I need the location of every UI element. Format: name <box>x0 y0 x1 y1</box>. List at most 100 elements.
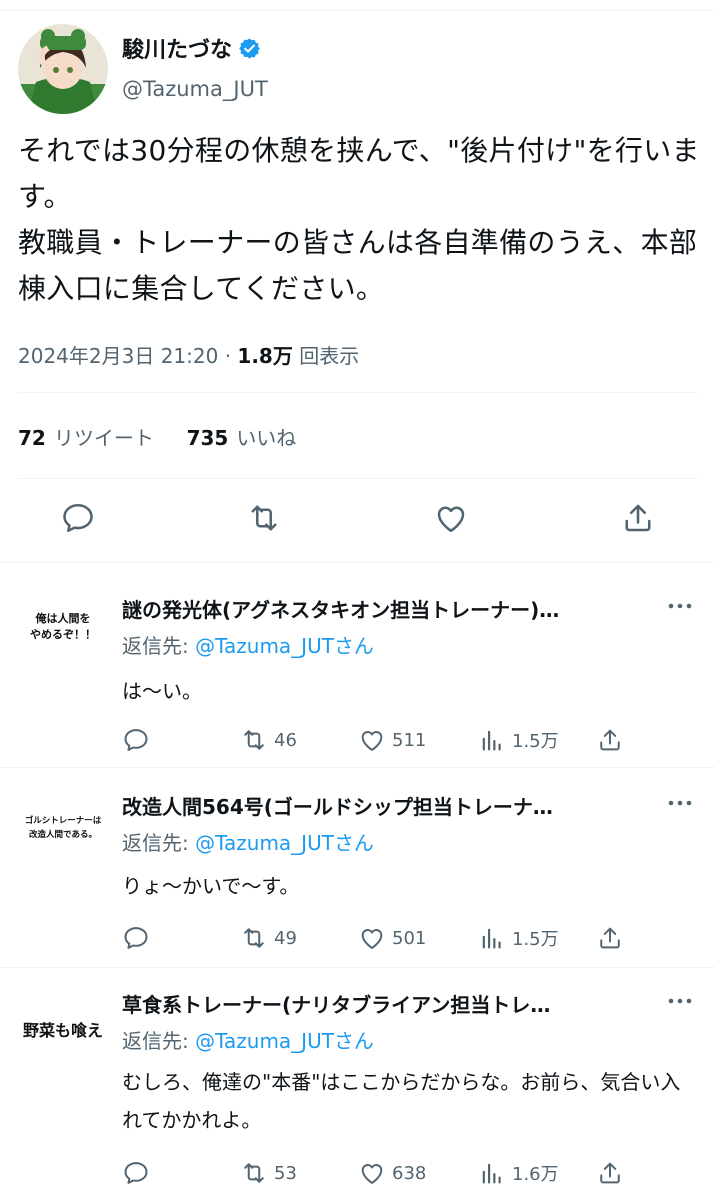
reply-to-mention[interactable]: @Tazuma_JUTさん <box>195 831 374 855</box>
like-button[interactable]: 511 <box>358 726 426 754</box>
heart-icon <box>361 1164 383 1184</box>
reply-avatar[interactable]: ゴルシトレーナーは 改造人間である。 <box>18 807 108 847</box>
tweet-stats: 72 リツイート 735 いいね <box>18 422 296 451</box>
analytics-icon <box>482 928 501 949</box>
reply-to-mention[interactable]: @Tazuma_JUTさん <box>195 1029 374 1053</box>
meta-separator: · <box>224 344 232 368</box>
avatar-image: 野菜も喰え <box>23 1021 103 1040</box>
views-button[interactable]: 1.5万 <box>478 924 559 952</box>
avatar-lettering: 俺は人間を <box>35 611 91 625</box>
tweet-text: それでは30分程の休憩を挟んで、"後片付け"を行います。 教職員・トレーナーの皆… <box>18 134 700 305</box>
reply-icon[interactable] <box>60 500 96 536</box>
share-button[interactable] <box>596 726 624 754</box>
author-name-text: 駿川たづな <box>122 38 233 63</box>
retweet-icon[interactable] <box>246 500 282 536</box>
reply-author-name[interactable]: 改造人間564号(ゴールドシップ担当トレーナ… <box>122 791 652 820</box>
divider <box>18 478 697 479</box>
more-icon[interactable] <box>666 991 694 1011</box>
analytics-icon <box>482 1163 501 1184</box>
tweet-timestamp[interactable]: 2024年2月3日 21:20 <box>18 344 218 368</box>
views-count: 1.5万 <box>512 929 559 950</box>
views-count: 1.5万 <box>512 731 559 752</box>
reply-item[interactable]: ゴルシトレーナーは 改造人間である。 改造人間564号(ゴールドシップ担当トレー… <box>0 767 715 967</box>
reply-button[interactable] <box>122 1159 150 1187</box>
avatar-image: 俺は人間を やめるぞ！！ <box>30 611 96 641</box>
retweet-count: 46 <box>274 729 297 751</box>
reply-text: は〜い。 <box>122 679 202 703</box>
author-name[interactable]: 駿川たづな <box>122 32 261 64</box>
avatar-lettering: ゴルシトレーナーは <box>25 815 102 826</box>
views-count: 1.6万 <box>512 1164 559 1185</box>
share-icon <box>600 927 620 949</box>
retweets-label: リツイート <box>53 426 154 450</box>
reply-text: むしろ、俺達の"本番"はここからだからな。お前ら、気合い入れてかかれよ。 <box>122 1070 681 1132</box>
reply-author-name[interactable]: 謎の発光体(アグネスタキオン担当トレーナー)… <box>122 594 652 623</box>
retweet-count: 53 <box>274 1162 297 1184</box>
reply-item[interactable]: 俺は人間を やめるぞ！！ 謎の発光体(アグネスタキオン担当トレーナー)… 返信先… <box>0 562 715 767</box>
verified-badge-icon <box>239 37 260 59</box>
retweets-count: 72 <box>18 426 46 450</box>
like-button[interactable]: 638 <box>358 1159 426 1187</box>
avatar-lettering: やめるぞ！！ <box>30 628 96 641</box>
retweet-button[interactable]: 53 <box>240 1159 297 1187</box>
retweet-count: 49 <box>274 927 297 949</box>
reply-text: りょ〜かいで〜す。 <box>122 874 300 898</box>
retweets-stat[interactable]: 72 リツイート <box>18 426 154 450</box>
reply-icon <box>124 1162 148 1184</box>
retweet-icon <box>244 730 264 750</box>
likes-label: いいね <box>236 426 297 450</box>
reply-avatar[interactable]: 野菜も喰え <box>18 1009 108 1049</box>
reply-to-line: 返信先: @Tazuma_JUTさん <box>122 1025 374 1054</box>
reply-to-line: 返信先: @Tazuma_JUTさん <box>122 827 374 856</box>
tweet-meta: 2024年2月3日 21:20 · 1.8万 回表示 <box>18 340 359 369</box>
reply-avatar[interactable]: 俺は人間を やめるぞ！！ <box>18 606 108 646</box>
reply-action-bar: 46 511 1.5万 <box>122 726 682 756</box>
more-icon[interactable] <box>666 596 694 616</box>
author-avatar[interactable] <box>18 24 108 114</box>
like-button[interactable]: 501 <box>358 924 426 952</box>
share-icon[interactable] <box>620 500 656 536</box>
reply-action-bar: 49 501 1.5万 <box>122 924 682 954</box>
retweet-button[interactable]: 46 <box>240 726 297 754</box>
more-icon[interactable] <box>666 793 694 813</box>
avatar-lettering: 野菜も喰え <box>23 1021 103 1040</box>
reply-to-label: 返信先: <box>122 634 189 658</box>
reply-action-bar: 53 638 1.6万 <box>122 1159 682 1189</box>
views-button[interactable]: 1.5万 <box>478 726 559 754</box>
heart-icon <box>361 929 383 949</box>
views-label: 回表示 <box>299 344 360 368</box>
views-button[interactable]: 1.6万 <box>478 1159 559 1187</box>
reply-to-label: 返信先: <box>122 1029 189 1053</box>
likes-stat[interactable]: 735 いいね <box>187 426 297 450</box>
reply-to-line: 返信先: @Tazuma_JUTさん <box>122 630 374 659</box>
share-button[interactable] <box>596 924 624 952</box>
author-handle[interactable]: @Tazuma_JUT <box>122 77 268 101</box>
retweet-icon <box>244 1163 264 1183</box>
heart-icon[interactable] <box>433 500 469 536</box>
likes-count: 735 <box>186 426 229 450</box>
avatar-image: ゴルシトレーナーは 改造人間である。 <box>25 815 102 840</box>
like-count: 511 <box>392 729 427 751</box>
retweet-button[interactable]: 49 <box>240 924 297 952</box>
reply-button[interactable] <box>122 924 150 952</box>
reply-icon <box>124 729 148 751</box>
retweet-icon <box>244 928 264 948</box>
reply-button[interactable] <box>122 726 150 754</box>
reply-to-mention[interactable]: @Tazuma_JUTさん <box>195 634 374 658</box>
share-icon <box>600 1162 620 1184</box>
avatar-image <box>18 24 108 114</box>
divider <box>18 392 697 393</box>
share-icon <box>600 729 620 751</box>
heart-icon <box>361 731 383 751</box>
like-count: 501 <box>392 927 427 949</box>
avatar-lettering: 改造人間である。 <box>29 829 97 840</box>
reply-icon <box>124 927 148 949</box>
top-divider <box>0 10 715 11</box>
analytics-icon <box>482 730 501 751</box>
share-button[interactable] <box>596 1159 624 1187</box>
like-count: 638 <box>392 1162 427 1184</box>
reply-item[interactable]: 野菜も喰え 草食系トレーナー(ナリタブライアン担当トレ… 返信先: @Tazum… <box>0 967 715 1200</box>
views-count: 1.8万 <box>237 344 293 368</box>
reply-to-label: 返信先: <box>122 831 189 855</box>
reply-author-name[interactable]: 草食系トレーナー(ナリタブライアン担当トレ… <box>122 989 652 1018</box>
